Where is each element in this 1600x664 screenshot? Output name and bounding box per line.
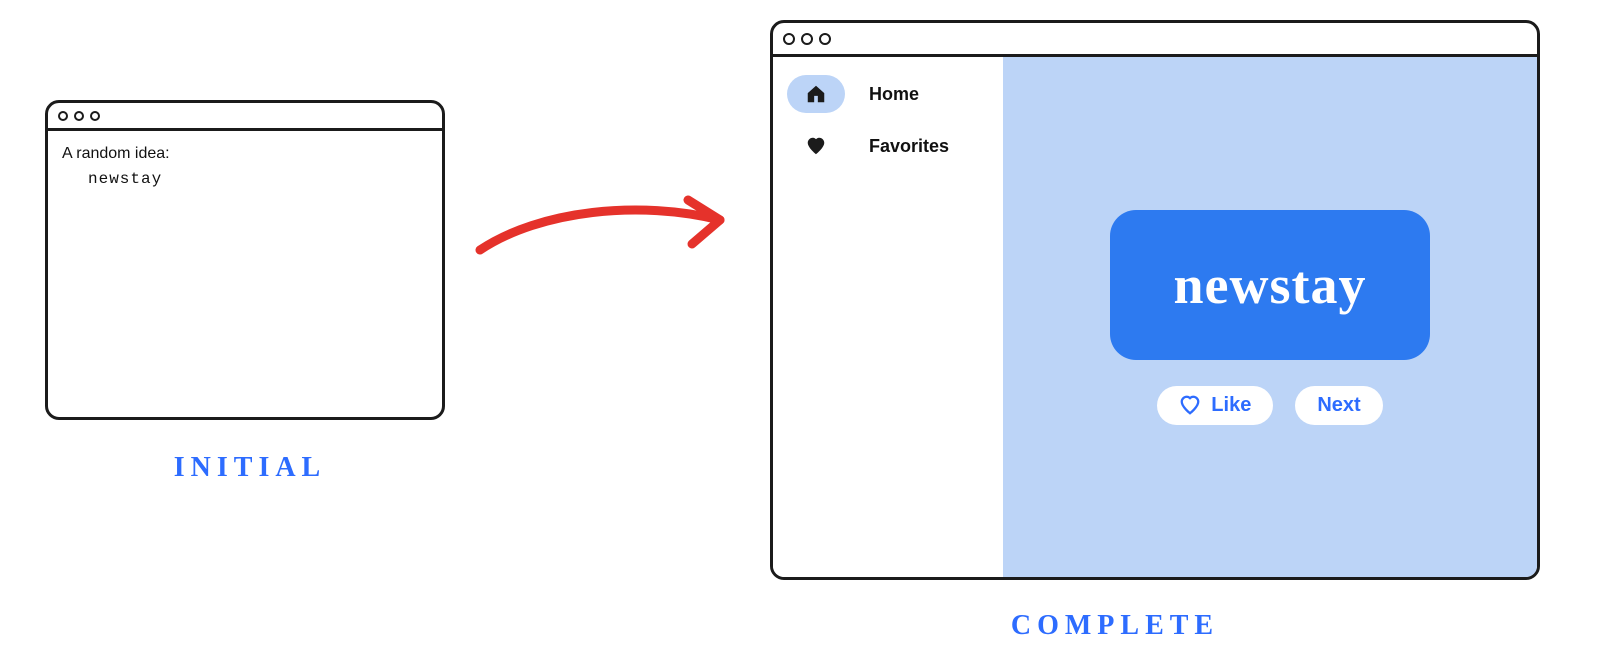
window-control-icon [819, 33, 831, 45]
window-control-icon [801, 33, 813, 45]
initial-window: A random idea: newstay [45, 100, 445, 420]
window-control-icon [74, 111, 84, 121]
initial-window-titlebar [48, 103, 442, 131]
window-control-icon [783, 33, 795, 45]
complete-window: Home Favorites newstay [770, 20, 1540, 580]
main-panel: newstay Like Next [1003, 57, 1537, 577]
window-control-icon [58, 111, 68, 121]
sidebar: Home Favorites [773, 57, 1003, 577]
sidebar-item-home[interactable]: Home [787, 75, 989, 113]
initial-window-body: A random idea: newstay [48, 131, 442, 202]
complete-window-body: Home Favorites newstay [773, 57, 1537, 577]
idea-card-word: newstay [1174, 254, 1367, 316]
initial-prompt-text: A random idea: [62, 141, 428, 167]
sidebar-item-favorites[interactable]: Favorites [787, 127, 989, 165]
window-control-icon [90, 111, 100, 121]
diagram-stage: A random idea: newstay INITIAL [0, 0, 1600, 664]
initial-caption: INITIAL [130, 452, 370, 484]
heart-icon [787, 127, 845, 165]
like-button[interactable]: Like [1157, 386, 1273, 425]
complete-caption: COMPLETE [955, 610, 1275, 642]
initial-idea-word: newstay [62, 167, 428, 193]
idea-card: newstay [1110, 210, 1430, 360]
complete-window-titlebar [773, 23, 1537, 57]
like-button-label: Like [1211, 394, 1251, 417]
sidebar-item-label: Home [869, 84, 919, 105]
next-button[interactable]: Next [1295, 386, 1382, 425]
home-icon [787, 75, 845, 113]
heart-outline-icon [1179, 394, 1201, 416]
next-button-label: Next [1317, 394, 1360, 417]
card-actions: Like Next [1157, 386, 1382, 425]
sidebar-item-label: Favorites [869, 136, 949, 157]
arrow-icon [470, 170, 760, 290]
